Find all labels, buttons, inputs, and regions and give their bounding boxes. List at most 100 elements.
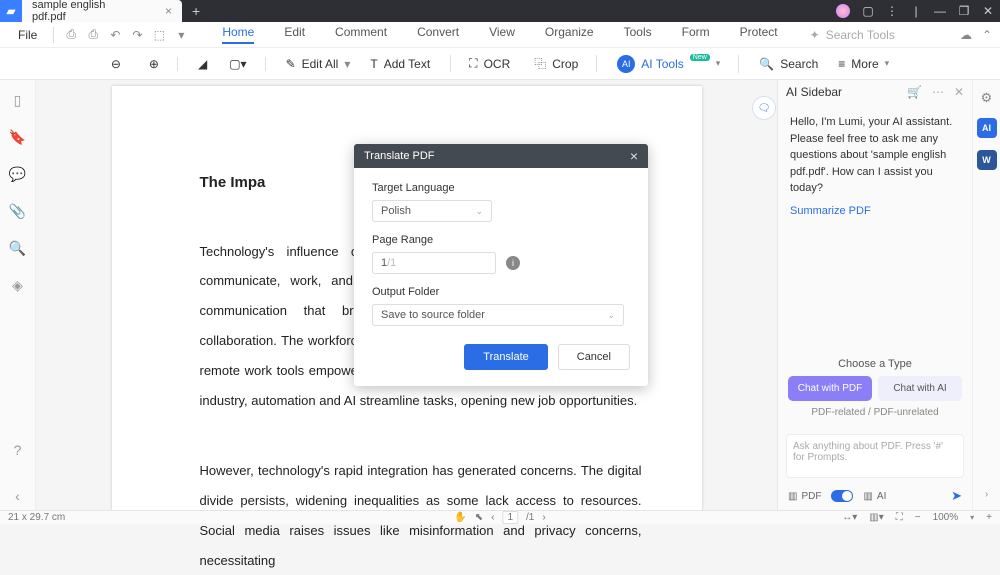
edit-icon: ✎: [286, 57, 296, 71]
app-icon[interactable]: ▰: [0, 0, 22, 22]
ai-sidebar: AI Sidebar 🛒 ⋯ ✕ Hello, I'm Lumi, your A…: [777, 80, 972, 510]
minimize-button[interactable]: —: [928, 4, 952, 18]
word-chip-icon[interactable]: W: [977, 150, 997, 170]
new-tab-button[interactable]: +: [182, 3, 210, 19]
document-tab[interactable]: sample english pdf.pdf ×: [22, 0, 182, 22]
prev-page-icon[interactable]: ‹: [491, 512, 494, 523]
floating-ai-chip[interactable]: 🗨: [752, 96, 776, 120]
fullscreen-icon[interactable]: ⛶: [896, 512, 903, 523]
ai-chip-icon[interactable]: AI: [977, 118, 997, 138]
document-tab-label: sample english pdf.pdf: [32, 0, 137, 23]
dropdown-icon[interactable]: ▾: [170, 28, 192, 42]
layers-icon[interactable]: ◈: [12, 277, 23, 294]
ocr-icon: ⛶: [469, 56, 477, 71]
select-tool-icon[interactable]: ⬉: [475, 512, 483, 523]
tab-organize[interactable]: Organize: [545, 25, 594, 44]
toolbar: ⊖ ⊕ ◢ ▢▾ ✎ Edit All▾ T Add Text ⛶ OCR ⿻ …: [0, 48, 1000, 80]
crop-icon: ⿻: [534, 55, 546, 72]
choose-type-label: Choose a Type: [778, 358, 972, 370]
ai-tools-button[interactable]: AI Tools: [641, 57, 683, 71]
right-rail: ⚙ AI W ›: [972, 80, 1000, 510]
zoom-out-icon[interactable]: ⊖: [111, 57, 121, 71]
chat-with-pdf-button[interactable]: Chat with PDF: [788, 376, 872, 401]
chevron-right-icon[interactable]: ›: [985, 489, 988, 500]
file-menu[interactable]: File: [8, 28, 47, 42]
search-tools[interactable]: ✦ Search Tools: [810, 28, 895, 42]
zoom-out-status-icon[interactable]: −: [915, 512, 921, 523]
summarize-pdf-link[interactable]: Summarize PDF: [790, 203, 871, 220]
open-icon[interactable]: ⬚: [148, 28, 170, 42]
tab-edit[interactable]: Edit: [284, 25, 305, 44]
kebab-icon[interactable]: ⋮: [880, 4, 904, 18]
sliders-icon[interactable]: ⚙: [981, 90, 993, 106]
undo-icon[interactable]: ↶: [104, 28, 126, 42]
page-range-input[interactable]: 1/1: [372, 252, 496, 274]
output-folder-select[interactable]: Save to source folder ⌄: [372, 304, 624, 326]
crop-button[interactable]: Crop: [552, 57, 578, 71]
shape-icon[interactable]: ▢▾: [229, 57, 246, 71]
output-folder-label: Output Folder: [372, 286, 630, 298]
panel-icon[interactable]: ▢: [856, 4, 880, 18]
chevron-left-icon[interactable]: ‹: [15, 488, 20, 504]
fit-width-icon[interactable]: ↔▾: [842, 512, 857, 523]
page-number-input[interactable]: 1: [502, 511, 518, 524]
close-tab-icon[interactable]: ×: [165, 4, 172, 18]
thumbnails-icon[interactable]: ▯: [14, 92, 22, 109]
tab-convert[interactable]: Convert: [417, 25, 459, 44]
chevron-down-icon: ⌄: [475, 206, 483, 217]
ai-mode-icon: ▥: [863, 491, 872, 502]
ai-prompt-input[interactable]: Ask anything about PDF. Press '#' for Pr…: [786, 434, 964, 478]
close-window-button[interactable]: ✕: [976, 4, 1000, 18]
tab-protect[interactable]: Protect: [740, 25, 778, 44]
search-button[interactable]: Search: [780, 57, 818, 71]
comment-icon[interactable]: 💬: [9, 166, 26, 183]
add-text-button[interactable]: Add Text: [384, 57, 430, 71]
attachments-icon[interactable]: 📎: [9, 203, 26, 220]
zoom-in-status-icon[interactable]: +: [986, 512, 992, 523]
target-language-select[interactable]: Polish ⌄: [372, 200, 492, 222]
bookmark-icon[interactable]: 🔖: [9, 129, 26, 146]
cancel-button[interactable]: Cancel: [558, 344, 630, 370]
more-icon: ≡: [838, 57, 845, 71]
cloud-icon[interactable]: ☁: [960, 28, 972, 42]
page-range-total: /1: [387, 257, 396, 269]
title-bar: ▰ sample english pdf.pdf × + ▢ ⋮ | — ❐ ✕: [0, 0, 1000, 22]
tab-home[interactable]: Home: [222, 25, 254, 44]
send-icon[interactable]: ➤: [951, 488, 962, 504]
highlighter-icon[interactable]: ◢: [198, 57, 207, 71]
zoom-in-icon[interactable]: ⊕: [149, 57, 159, 71]
user-avatar[interactable]: [836, 4, 850, 18]
dialog-close-icon[interactable]: ×: [630, 148, 638, 164]
tab-comment[interactable]: Comment: [335, 25, 387, 44]
tab-form[interactable]: Form: [682, 25, 710, 44]
page-total: /1: [526, 512, 534, 523]
chat-with-ai-button[interactable]: Chat with AI: [878, 376, 962, 401]
view-mode-icon[interactable]: ▥▾: [869, 512, 883, 523]
cart-icon[interactable]: 🛒: [907, 85, 922, 99]
print-icon[interactable]: ⎙: [82, 27, 104, 42]
collapse-icon[interactable]: ⌃: [982, 28, 992, 42]
next-page-icon[interactable]: ›: [542, 512, 545, 523]
maximize-button[interactable]: ❐: [952, 4, 976, 18]
page-range-label: Page Range: [372, 234, 630, 246]
redo-icon[interactable]: ↷: [126, 28, 148, 42]
dots-icon[interactable]: ⋯: [932, 85, 944, 99]
separator: |: [904, 4, 928, 18]
chevron-down-icon: ⌄: [607, 310, 615, 321]
hand-tool-icon[interactable]: ✋: [454, 512, 466, 523]
more-button[interactable]: More: [851, 57, 878, 71]
tab-view[interactable]: View: [489, 25, 515, 44]
info-icon[interactable]: i: [506, 256, 520, 270]
nav-tabs: Home Edit Comment Convert View Organize …: [222, 25, 777, 44]
tab-tools[interactable]: Tools: [624, 25, 652, 44]
search-panel-icon[interactable]: 🔍: [9, 240, 26, 257]
translate-button[interactable]: Translate: [464, 344, 547, 370]
mode-toggle[interactable]: [831, 490, 853, 502]
save-icon[interactable]: ⎙: [60, 27, 82, 42]
zoom-level[interactable]: 100%: [933, 512, 959, 523]
close-sidebar-icon[interactable]: ✕: [954, 85, 964, 99]
ocr-button[interactable]: OCR: [484, 57, 511, 71]
ai-welcome-message: Hello, I'm Lumi, your AI assistant. Plea…: [790, 116, 952, 194]
edit-all-button[interactable]: Edit All: [302, 57, 339, 71]
help-icon[interactable]: ?: [14, 442, 22, 458]
